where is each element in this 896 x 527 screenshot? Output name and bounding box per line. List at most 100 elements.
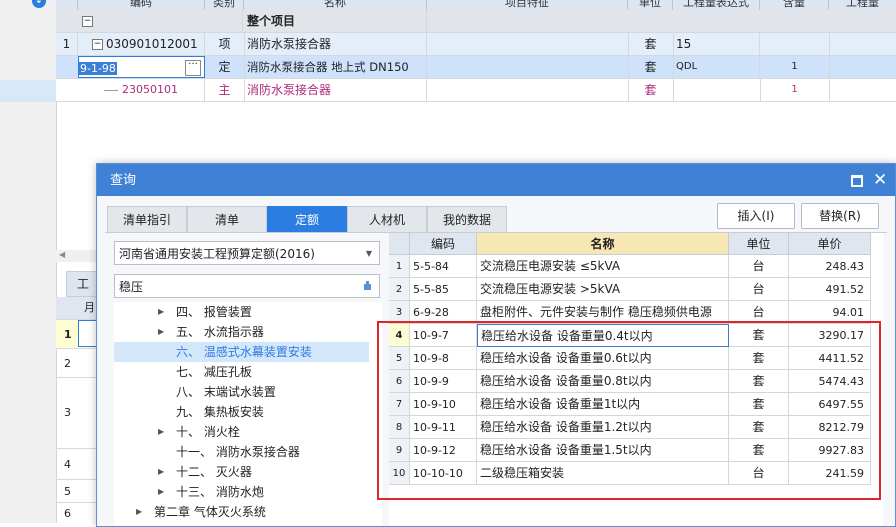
- row-unit: 台: [729, 255, 789, 278]
- bg-row-expr: 15: [673, 33, 760, 55]
- expand-arrow-icon[interactable]: ▶: [158, 482, 164, 502]
- bg-row-type: 定: [205, 56, 245, 78]
- lower-row-number: 2: [64, 357, 71, 370]
- table-row[interactable]: − 整个项目: [56, 10, 896, 33]
- bg-row-feature: [427, 79, 629, 101]
- bg-row-content: 1: [760, 79, 830, 101]
- tree-item[interactable]: 七、 减压孔板: [114, 362, 369, 382]
- tab-quota[interactable]: 定额: [267, 206, 347, 233]
- tree-item[interactable]: 八、 末端试水装置: [114, 382, 369, 402]
- bg-header-expr[interactable]: 工程量表达式: [673, 0, 760, 10]
- bg-header-quantity[interactable]: 工程量: [829, 0, 896, 10]
- replace-button[interactable]: 替换(R): [801, 203, 879, 229]
- bg-header-content[interactable]: 含量: [760, 0, 829, 10]
- bg-row-type: 主: [205, 79, 245, 101]
- bg-row-code: 030901012001: [106, 37, 198, 51]
- bg-row-unit: 套: [628, 79, 674, 101]
- bg-header-name[interactable]: 名称: [244, 0, 427, 10]
- chevron-down-icon: ▼: [365, 249, 372, 258]
- dialog-title-bar[interactable]: 查询 ✕: [97, 164, 895, 196]
- expand-arrow-icon[interactable]: ▶: [136, 502, 142, 522]
- header-unit[interactable]: 单位: [729, 233, 789, 255]
- expand-arrow-icon[interactable]: ▶: [158, 302, 164, 322]
- tree-item[interactable]: ▶ 四、 报管装置: [114, 302, 369, 322]
- tree-item[interactable]: ▶ 十二、 灭火器: [114, 462, 369, 482]
- tree-item-label: 九、 集热板安装: [176, 405, 264, 419]
- row-price: 248.43: [789, 255, 871, 278]
- query-dialog: 查询 ✕ 清单指引 清单 定额 人材机 我的数据 插入(I) 替换(R) 河南省…: [96, 163, 896, 527]
- expand-arrow-icon[interactable]: ▶: [158, 322, 164, 342]
- insert-button[interactable]: 插入(I): [717, 203, 795, 229]
- bg-row-unit: 套: [628, 33, 674, 55]
- collapse-icon[interactable]: −: [92, 39, 103, 50]
- bg-row-expr: QDL: [673, 56, 760, 78]
- bg-header-unit[interactable]: 单位: [628, 0, 673, 10]
- tab-my-data[interactable]: 我的数据: [427, 206, 507, 233]
- table-row[interactable]: 9-1-98 ··· 定 消防水泵接合器 地上式 DN150 套 QDL 1: [56, 56, 896, 79]
- lower-grid-header: 月: [84, 301, 95, 314]
- table-row[interactable]: 1 5-5-84 交流稳压电源安装 ≤5kVA 台 248.43: [389, 255, 883, 278]
- tree-item-label: 十一、 消防水泵接合器: [176, 445, 300, 459]
- bg-row-number: 1: [56, 33, 78, 55]
- collapse-icon[interactable]: −: [82, 16, 93, 27]
- expand-arrow-icon[interactable]: ▶: [158, 462, 164, 482]
- bg-row-code-input[interactable]: 9-1-98: [79, 62, 117, 75]
- lower-row-number: 6: [64, 507, 71, 520]
- tree-item-label: 七、 减压孔板: [176, 365, 252, 379]
- tab-list-guide[interactable]: 清单指引: [107, 206, 187, 233]
- row-code: 5-5-84: [410, 255, 477, 278]
- close-icon[interactable]: ✕: [873, 168, 887, 192]
- quota-library-value: 河南省通用安装工程预算定额(2016): [119, 247, 315, 261]
- dialog-title: 查询: [110, 173, 137, 188]
- lower-grid-active-cell[interactable]: [78, 320, 98, 347]
- bg-header-code[interactable]: 编码: [78, 0, 205, 10]
- row-name: 交流稳压电源安装 >5kVA: [477, 278, 729, 301]
- bg-row-name: 消防水泵接合器: [244, 33, 427, 55]
- bg-header-type[interactable]: 类别: [205, 0, 244, 10]
- table-row[interactable]: 2 5-5-85 交流稳压电源安装 >5kVA 台 491.52: [389, 278, 883, 301]
- bg-row-feature: [427, 33, 629, 55]
- bg-header-corner: [56, 0, 78, 10]
- tree-item[interactable]: ▶ 十三、 消防水炮: [114, 482, 369, 502]
- bg-row-feature: [427, 56, 629, 78]
- row-price: 491.52: [789, 278, 871, 301]
- table-row[interactable]: 1 −030901012001 项 消防水泵接合器 套 15: [56, 33, 896, 56]
- horizontal-scrollbar[interactable]: ◀: [56, 250, 98, 262]
- row-name: 交流稳压电源安装 ≤5kVA: [477, 255, 729, 278]
- tree-item-label: 十三、 消防水炮: [176, 485, 264, 499]
- tree-item-label: 四、 报管装置: [176, 305, 252, 319]
- tree-item[interactable]: ▶ 五、 水流指示器: [114, 322, 369, 342]
- search-input[interactable]: 稳压: [114, 274, 380, 298]
- header-price[interactable]: 单价: [789, 233, 871, 255]
- tree-item[interactable]: ▶ 第二章 气体灭火系统: [114, 502, 369, 522]
- maximize-icon[interactable]: [851, 175, 863, 187]
- bg-header-feature[interactable]: 项目特征: [427, 0, 628, 10]
- expand-arrow-icon[interactable]: ▶: [158, 422, 164, 442]
- lower-tab[interactable]: 工: [66, 271, 100, 297]
- tree-item[interactable]: ▶ 十、 消火栓: [114, 422, 369, 442]
- tree-item-label: 八、 末端试水装置: [176, 385, 276, 399]
- search-input-value: 稳压: [119, 280, 144, 294]
- bg-row-name: 消防水泵接合器 地上式 DN150: [244, 56, 427, 78]
- more-options-icon[interactable]: ···: [185, 60, 201, 76]
- quota-library-select[interactable]: 河南省通用安装工程预算定额(2016) ▼: [114, 241, 380, 265]
- left-panel-selected-item[interactable]: [0, 80, 56, 102]
- search-icon[interactable]: [362, 280, 373, 291]
- table-row[interactable]: 23050101 主 消防水泵接合器 套 1: [56, 79, 896, 102]
- row-number: 1: [389, 255, 410, 278]
- tree-item-label: 十二、 灭火器: [176, 465, 252, 479]
- bg-row-unit: 套: [628, 56, 674, 78]
- bg-row-type: 项: [205, 33, 245, 55]
- tree-item-label: 第二章 气体灭火系统: [154, 505, 266, 519]
- tree-item[interactable]: 十一、 消防水泵接合器: [114, 442, 369, 462]
- tree-item[interactable]: 九、 集热板安装: [114, 402, 369, 422]
- tab-list[interactable]: 清单: [187, 206, 267, 233]
- tree-item[interactable]: 六、 温感式水幕装置安装: [114, 342, 369, 362]
- header-name[interactable]: 名称: [477, 233, 729, 255]
- background-item-table: 编码 类别 名称 项目特征 单位 工程量表达式 含量 工程量 − 整个项目 1 …: [56, 0, 896, 102]
- tab-materials[interactable]: 人材机: [347, 206, 427, 233]
- header-code[interactable]: 编码: [410, 233, 477, 255]
- lower-row-number: 5: [64, 485, 71, 498]
- bg-row-expr: [673, 79, 761, 101]
- row-unit: 台: [729, 278, 789, 301]
